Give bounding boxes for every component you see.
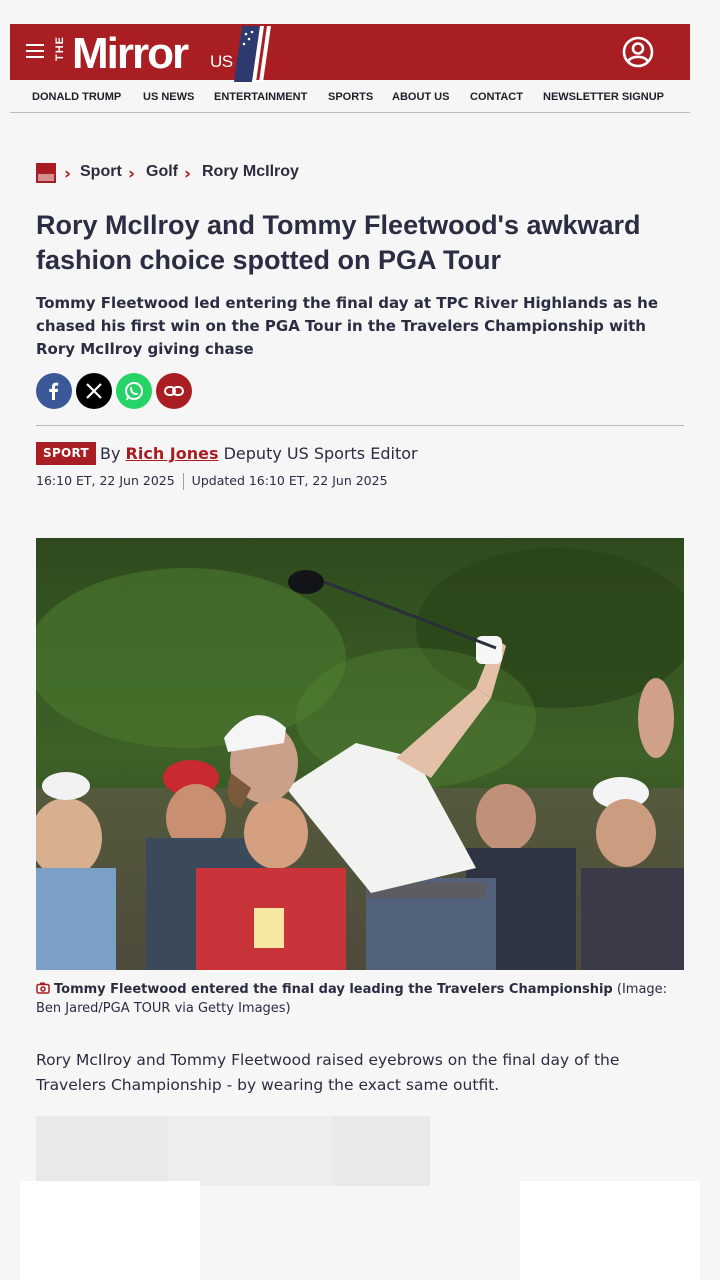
nav-item-newsletter-signup[interactable]: NEWSLETTER SIGNUP: [543, 91, 664, 103]
divider: [36, 425, 684, 426]
breadcrumb-rory-mcilroy[interactable]: Rory McIlroy: [202, 163, 299, 181]
chevron-right-icon: ›: [184, 164, 192, 184]
section-badge[interactable]: SPORT: [36, 442, 97, 465]
flag-stripes-icon: [234, 26, 271, 82]
nav-item-sports[interactable]: SPORTS: [328, 91, 373, 103]
nav-item-donald-trump[interactable]: DONALD TRUMP: [32, 91, 121, 103]
byline-prefix: By: [100, 444, 121, 463]
time-separator: [182, 473, 184, 490]
image-caption: Tommy Fleetwood entered the final day le…: [36, 980, 676, 1018]
top-nav: DONALD TRUMP US NEWS ENTERTAINMENT SPORT…: [10, 80, 690, 113]
caption-text: Tommy Fleetwood entered the final day le…: [54, 982, 613, 997]
hero-photo[interactable]: [36, 538, 684, 970]
chevron-right-icon: ›: [64, 164, 72, 184]
logo-the-text: THE: [54, 36, 66, 61]
author-role: Deputy US Sports Editor: [223, 444, 418, 463]
updated-time: Updated 16:10 ET, 22 Jun 2025: [191, 473, 388, 488]
nav-item-us-news[interactable]: US NEWS: [143, 91, 194, 103]
nav-item-contact[interactable]: CONTACT: [470, 91, 523, 103]
byline: By Rich Jones Deputy US Sports Editor: [100, 444, 418, 463]
article-standfirst: Tommy Fleetwood led entering the final d…: [36, 294, 659, 358]
site-header: THE Mirror US: [10, 24, 690, 82]
x-icon: [86, 383, 102, 399]
camera-icon: [36, 982, 50, 994]
bottom-overlay-left: [20, 1181, 200, 1280]
timestamps: 16:10 ET, 22 Jun 2025 Updated 16:10 ET, 2…: [36, 473, 388, 490]
home-logo-icon[interactable]: [36, 163, 56, 183]
user-account-icon[interactable]: [622, 36, 654, 68]
hamburger-menu-icon[interactable]: [26, 44, 44, 58]
logo-name-text: Mirror: [72, 29, 189, 78]
share-x-button[interactable]: [76, 373, 112, 409]
facebook-icon: [49, 382, 59, 400]
ad-shimmer: [168, 1116, 332, 1186]
ad-placeholder: [36, 1116, 430, 1186]
nav-item-entertainment[interactable]: ENTERTAINMENT: [214, 91, 307, 103]
article-headline: Rory McIlroy and Tommy Fleetwood's awkwa…: [36, 210, 641, 275]
share-facebook-button[interactable]: [36, 373, 72, 409]
copy-link-button[interactable]: [156, 373, 192, 409]
breadcrumb-golf[interactable]: Golf: [146, 163, 178, 181]
nav-item-about-us[interactable]: ABOUT US: [392, 91, 449, 103]
chevron-right-icon: ›: [128, 164, 136, 184]
site-logo[interactable]: THE Mirror US: [54, 26, 274, 82]
share-whatsapp-button[interactable]: [116, 373, 152, 409]
author-link[interactable]: Rich Jones: [126, 444, 219, 463]
bottom-overlay-right: [520, 1181, 700, 1280]
whatsapp-icon: [125, 382, 143, 401]
published-time: 16:10 ET, 22 Jun 2025: [36, 473, 175, 488]
link-icon: [164, 386, 184, 396]
breadcrumb-sport[interactable]: Sport: [80, 163, 122, 181]
article-body-paragraph: Rory McIlroy and Tommy Fleetwood raised …: [36, 1051, 620, 1094]
